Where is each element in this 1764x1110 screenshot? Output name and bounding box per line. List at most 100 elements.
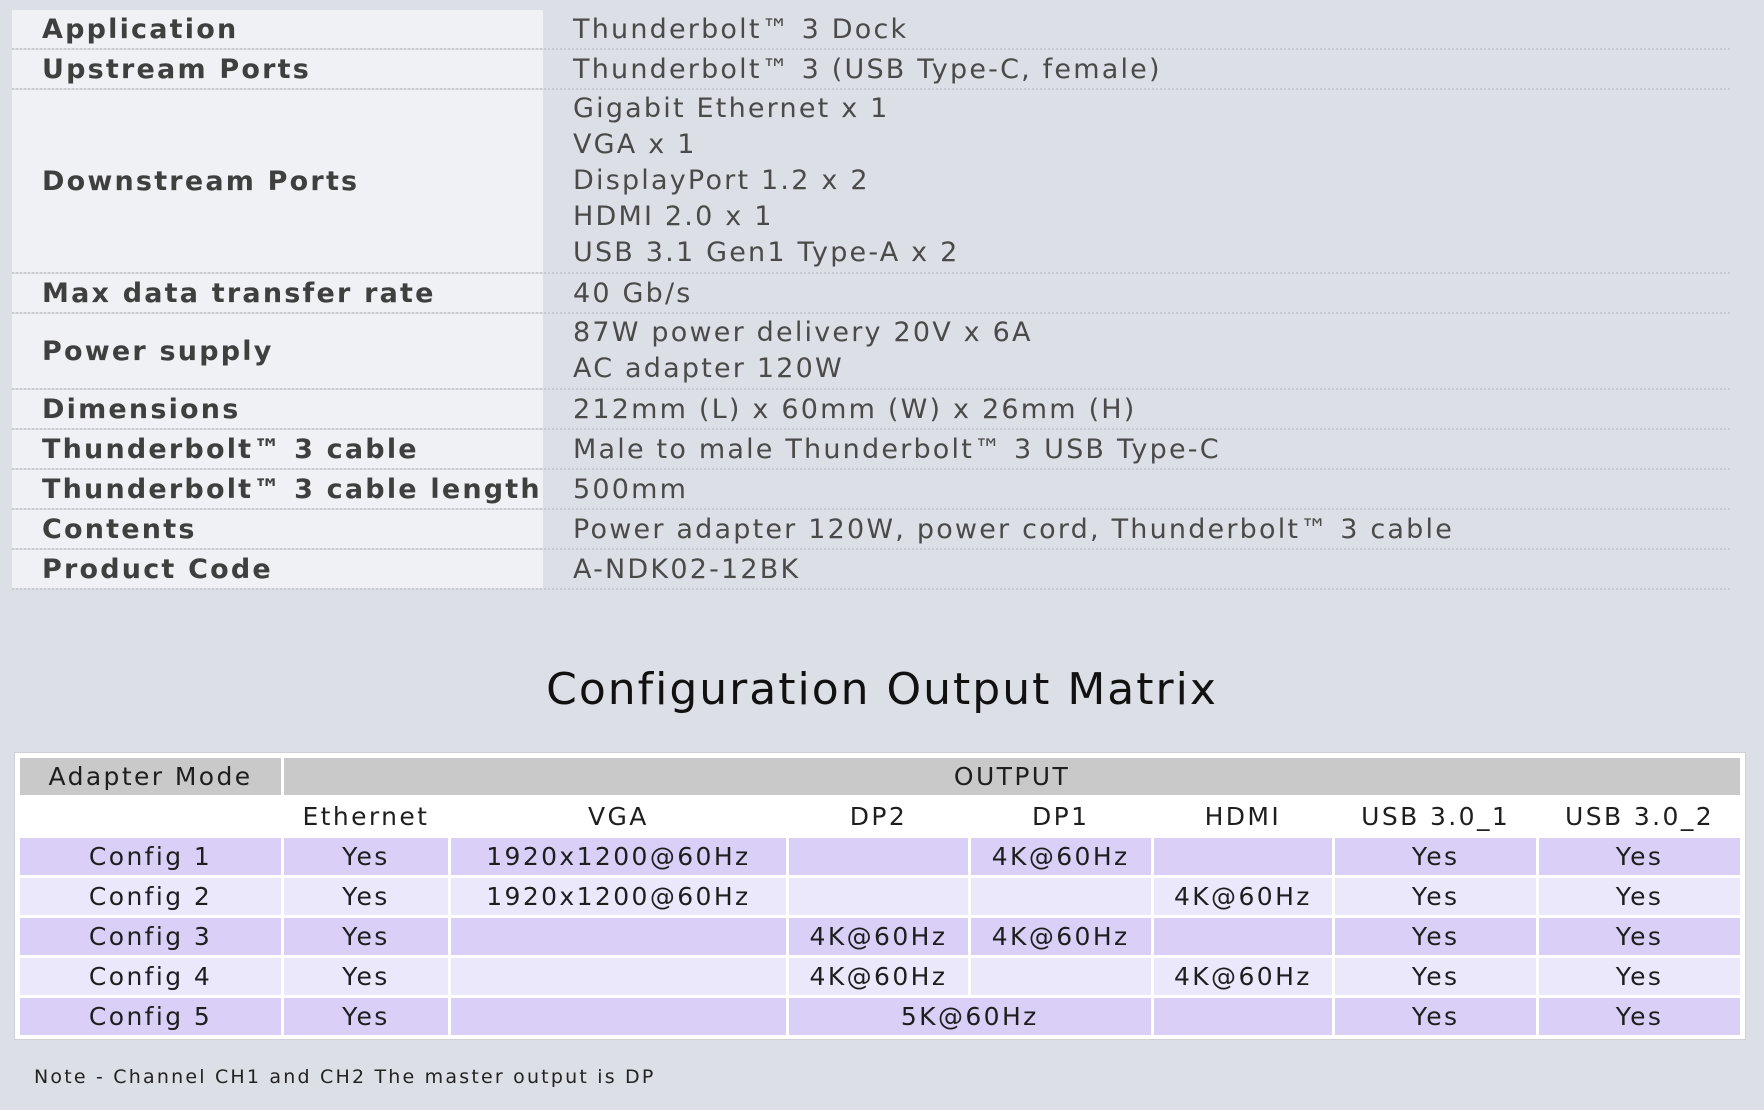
spec-label: Power supply	[12, 314, 543, 388]
dp2-cell	[789, 878, 968, 915]
spec-value: 500mm	[573, 474, 689, 505]
vga-cell	[450, 918, 787, 955]
spec-label: Product Code	[12, 550, 543, 588]
matrix-column-header-row: Ethernet VGA DP2 DP1 HDMI USB 3.0_1 USB …	[20, 798, 1740, 835]
usb2-cell: Yes	[1539, 918, 1740, 955]
ethernet-cell: Yes	[284, 998, 448, 1035]
spec-row-product-code: Product Code A-NDK02-12BK	[12, 550, 1730, 590]
spec-value: USB 3.1 Gen1 Type-A x 2	[573, 237, 960, 268]
table-row: Config 1 Yes 1920x1200@60Hz 4K@60Hz Yes …	[20, 838, 1740, 875]
dp-merged-cell: 5K@60Hz	[789, 998, 1151, 1035]
spec-value-cell: 40 Gb/s	[543, 274, 1730, 312]
spec-row-dimensions: Dimensions 212mm (L) x 60mm (W) x 26mm (…	[12, 390, 1730, 430]
spec-row-contents: Contents Power adapter 120W, power cord,…	[12, 510, 1730, 550]
column-header-dp2: DP2	[789, 798, 968, 835]
spec-value-cell: 87W power delivery 20V x 6A AC adapter 1…	[543, 314, 1730, 388]
column-header-dp1: DP1	[970, 798, 1151, 835]
spec-label: Max data transfer rate	[12, 274, 543, 312]
config-cell: Config 4	[20, 958, 282, 995]
spec-value-cell: Thunderbolt™ 3 (USB Type-C, female)	[543, 50, 1730, 88]
spec-value: Male to male Thunderbolt™ 3 USB Type-C	[573, 434, 1221, 465]
dp2-cell	[789, 838, 968, 875]
vga-cell: 1920x1200@60Hz	[450, 838, 787, 875]
column-header-usb-1: USB 3.0_1	[1335, 798, 1537, 835]
column-header-blank	[20, 798, 282, 835]
table-row: Config 3 Yes 4K@60Hz 4K@60Hz Yes Yes	[20, 918, 1740, 955]
spec-value: Thunderbolt™ 3 Dock	[573, 14, 909, 45]
spec-value: DisplayPort 1.2 x 2	[573, 165, 870, 196]
spec-row-downstream-ports: Downstream Ports Gigabit Ethernet x 1 VG…	[12, 90, 1730, 274]
header-adapter-mode: Adapter Mode	[20, 758, 282, 795]
spec-value-cell: A-NDK02-12BK	[543, 550, 1730, 588]
hdmi-cell	[1153, 838, 1333, 875]
dp1-cell	[970, 878, 1151, 915]
spec-value-cell: Gigabit Ethernet x 1 VGA x 1 DisplayPort…	[543, 90, 1730, 272]
usb1-cell: Yes	[1335, 958, 1537, 995]
dp1-cell	[970, 958, 1151, 995]
matrix-header-row: Adapter Mode OUTPUT	[20, 758, 1740, 795]
spec-value: 40 Gb/s	[573, 278, 693, 309]
vga-cell	[450, 958, 787, 995]
hdmi-cell: 4K@60Hz	[1153, 878, 1333, 915]
hdmi-cell	[1153, 998, 1333, 1035]
column-header-vga: VGA	[450, 798, 787, 835]
spec-label: Thunderbolt™ 3 cable	[12, 430, 543, 468]
hdmi-cell	[1153, 918, 1333, 955]
table-row: Config 4 Yes 4K@60Hz 4K@60Hz Yes Yes	[20, 958, 1740, 995]
spec-label: Downstream Ports	[12, 90, 543, 272]
dp2-cell: 4K@60Hz	[789, 958, 968, 995]
dp2-cell: 4K@60Hz	[789, 918, 968, 955]
config-cell: Config 2	[20, 878, 282, 915]
dp1-cell: 4K@60Hz	[970, 838, 1151, 875]
spec-row-upstream-ports: Upstream Ports Thunderbolt™ 3 (USB Type-…	[12, 50, 1730, 90]
ethernet-cell: Yes	[284, 878, 448, 915]
column-header-usb-2: USB 3.0_2	[1539, 798, 1740, 835]
usb2-cell: Yes	[1539, 958, 1740, 995]
spec-label: Dimensions	[12, 390, 543, 428]
spec-table: Application Thunderbolt™ 3 Dock Upstream…	[12, 10, 1730, 590]
spec-value-cell: Thunderbolt™ 3 Dock	[543, 10, 1730, 48]
config-cell: Config 5	[20, 998, 282, 1035]
spec-value-cell: 500mm	[543, 470, 1730, 508]
header-output: OUTPUT	[284, 758, 1740, 795]
spec-value: 212mm (L) x 60mm (W) x 26mm (H)	[573, 394, 1137, 425]
spec-label: Upstream Ports	[12, 50, 543, 88]
spec-value: Power adapter 120W, power cord, Thunderb…	[573, 514, 1454, 545]
footnote: Note - Channel CH1 and CH2 The master ou…	[34, 1066, 656, 1088]
usb2-cell: Yes	[1539, 838, 1740, 875]
usb2-cell: Yes	[1539, 998, 1740, 1035]
config-cell: Config 1	[20, 838, 282, 875]
usb1-cell: Yes	[1335, 838, 1537, 875]
spec-label: Thunderbolt™ 3 cable length	[12, 470, 543, 508]
spec-value: A-NDK02-12BK	[573, 554, 801, 585]
ethernet-cell: Yes	[284, 918, 448, 955]
spec-row-cable: Thunderbolt™ 3 cable Male to male Thunde…	[12, 430, 1730, 470]
spec-label: Contents	[12, 510, 543, 548]
configuration-matrix: Adapter Mode OUTPUT Ethernet VGA DP2 DP1…	[14, 752, 1746, 1040]
ethernet-cell: Yes	[284, 958, 448, 995]
matrix-table: Adapter Mode OUTPUT Ethernet VGA DP2 DP1…	[17, 755, 1743, 1038]
usb1-cell: Yes	[1335, 878, 1537, 915]
spec-value: HDMI 2.0 x 1	[573, 201, 774, 232]
spec-value: AC adapter 120W	[573, 353, 844, 384]
spec-value: Thunderbolt™ 3 (USB Type-C, female)	[573, 54, 1162, 85]
spec-value: VGA x 1	[573, 129, 697, 160]
spec-value: Gigabit Ethernet x 1	[573, 93, 890, 124]
vga-cell	[450, 998, 787, 1035]
table-row: Config 2 Yes 1920x1200@60Hz 4K@60Hz Yes …	[20, 878, 1740, 915]
column-header-ethernet: Ethernet	[284, 798, 448, 835]
spec-row-cable-length: Thunderbolt™ 3 cable length 500mm	[12, 470, 1730, 510]
hdmi-cell: 4K@60Hz	[1153, 958, 1333, 995]
spec-row-power-supply: Power supply 87W power delivery 20V x 6A…	[12, 314, 1730, 390]
vga-cell: 1920x1200@60Hz	[450, 878, 787, 915]
ethernet-cell: Yes	[284, 838, 448, 875]
matrix-title: Configuration Output Matrix	[546, 664, 1218, 715]
column-header-hdmi: HDMI	[1153, 798, 1333, 835]
usb2-cell: Yes	[1539, 878, 1740, 915]
usb1-cell: Yes	[1335, 918, 1537, 955]
spec-row-max-data-rate: Max data transfer rate 40 Gb/s	[12, 274, 1730, 314]
spec-value-cell: Male to male Thunderbolt™ 3 USB Type-C	[543, 430, 1730, 468]
config-cell: Config 3	[20, 918, 282, 955]
spec-row-application: Application Thunderbolt™ 3 Dock	[12, 10, 1730, 50]
spec-value-cell: Power adapter 120W, power cord, Thunderb…	[543, 510, 1730, 548]
